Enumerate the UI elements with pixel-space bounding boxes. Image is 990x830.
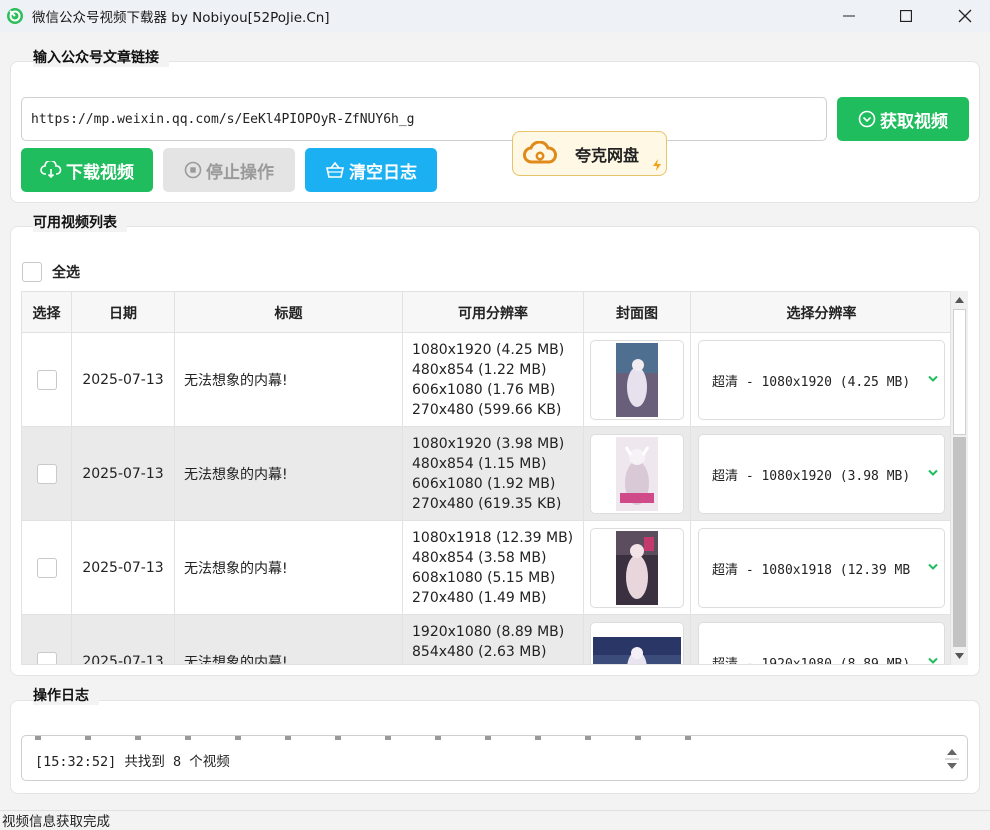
input-group-title: 输入公众号文章链接	[33, 47, 169, 67]
minimize-button[interactable]	[826, 0, 872, 32]
resolution-dropdown[interactable]: 超清 - 1080x1920 (3.98 MB)	[698, 434, 945, 514]
log-line: [15:32:52] 共找到 8 个视频	[35, 754, 230, 770]
resolution-dropdown[interactable]: 超清 - 1080x1920 (4.25 MB)	[698, 340, 945, 420]
log-textarea[interactable]: [15:32:52] 共找到 8 个视频	[21, 735, 968, 781]
minimize-icon	[843, 15, 855, 17]
row-checkbox[interactable]	[36, 370, 57, 390]
cover-thumbnail	[590, 340, 684, 420]
resolution-dropdown[interactable]: 超清 - 1920x1080 (8.89 MB)	[698, 622, 945, 664]
resolution-dropdown[interactable]: 超清 - 1080x1918 (12.39 MB)	[698, 528, 945, 608]
maximize-button[interactable]	[883, 0, 929, 32]
status-bar: 视频信息获取完成	[0, 810, 990, 830]
log-scroll-arrows-icon[interactable]	[945, 744, 959, 774]
app-logo-icon	[7, 8, 23, 24]
download-circle-icon	[858, 110, 876, 128]
maximize-icon	[900, 10, 912, 22]
cover-thumbnail	[590, 528, 684, 608]
row-checkbox[interactable]	[36, 558, 57, 578]
chevron-down-icon	[928, 375, 938, 382]
quark-drive-label: 夸克网盘	[575, 145, 640, 165]
row-checkbox[interactable]	[36, 464, 57, 484]
clear-log-button[interactable]: 清空日志	[305, 148, 437, 192]
row-resolutions: 1080x1918 (12.39 MB) 480x854 (3.58 MB) 6…	[412, 530, 574, 606]
column-select-resolution[interactable]: 选择分辨率	[691, 292, 950, 333]
row-title: 无法想象的内幕!	[175, 427, 403, 521]
fetch-video-label: 获取视频	[880, 111, 948, 132]
row-resolutions: 1080x1920 (4.25 MB) 480x854 (1.22 MB) 60…	[412, 342, 565, 418]
row-date: 2025-07-13	[72, 427, 175, 521]
row-resolutions: 1080x1920 (3.98 MB) 480x854 (1.15 MB) 60…	[412, 436, 565, 512]
scrollbar-thumb[interactable]	[953, 309, 966, 435]
table-row: 2025-07-13 无法想象的内幕! 1080x1920 (4.25 MB) …	[22, 333, 950, 427]
title-bar: 微信公众号视频下载器 by Nobiyou[52PoJie.Cn]	[0, 0, 990, 32]
table-row: 2025-07-13 无法想象的内幕! 1080x1920 (3.98 MB) …	[22, 427, 950, 521]
cover-image-icon	[616, 437, 658, 511]
lightning-icon	[653, 159, 661, 171]
download-video-button[interactable]: 下载视频	[21, 148, 153, 192]
column-cover[interactable]: 封面图	[584, 292, 691, 333]
window-title: 微信公众号视频下载器 by Nobiyou[52PoJie.Cn]	[32, 10, 330, 26]
cover-image-icon	[616, 343, 658, 417]
cover-thumbnail	[590, 622, 684, 664]
scrollbar-track[interactable]	[953, 437, 966, 647]
log-previous-line-edge	[35, 736, 695, 740]
close-icon	[958, 9, 972, 23]
stop-circle-icon	[184, 161, 202, 179]
stop-operation-button[interactable]: 停止操作	[163, 148, 295, 192]
quark-drive-badge[interactable]: 夸克网盘	[512, 131, 667, 176]
scroll-up-icon[interactable]	[951, 292, 968, 308]
table-header: 选择 日期 标题 可用分辨率 封面图 选择分辨率	[22, 292, 950, 333]
cloud-download-icon	[40, 161, 62, 179]
select-all-checkbox[interactable]	[22, 262, 42, 282]
row-resolutions: 1920x1080 (8.89 MB) 854x480 (2.63 MB)	[412, 624, 565, 660]
fetch-video-button[interactable]: 获取视频	[837, 97, 969, 141]
row-checkbox[interactable]	[36, 652, 57, 664]
video-list-title: 可用视频列表	[33, 212, 127, 232]
column-select[interactable]: 选择	[22, 292, 72, 333]
column-title[interactable]: 标题	[175, 292, 403, 333]
row-title: 无法想象的内幕!	[175, 333, 403, 427]
column-resolutions[interactable]: 可用分辨率	[403, 292, 584, 333]
log-group-title: 操作日志	[33, 685, 99, 705]
select-all[interactable]: 全选	[22, 262, 80, 282]
table-row: 2025-07-13 无法想象的内幕! 1920x1080 (8.89 MB) …	[22, 615, 950, 664]
column-date[interactable]: 日期	[72, 292, 175, 333]
clear-log-label: 清空日志	[349, 162, 417, 183]
url-input[interactable]	[21, 97, 827, 141]
row-date: 2025-07-13	[72, 521, 175, 615]
chevron-down-icon	[928, 563, 938, 570]
row-date: 2025-07-13	[72, 333, 175, 427]
row-title: 无法想象的内幕!	[175, 521, 403, 615]
table-row: 2025-07-13 无法想象的内幕! 1080x1918 (12.39 MB)…	[22, 521, 950, 615]
select-all-label: 全选	[52, 265, 80, 281]
cover-image-icon	[593, 637, 681, 664]
basket-icon	[326, 161, 344, 178]
chevron-down-icon	[928, 657, 938, 664]
row-title: 无法想象的内幕!	[175, 615, 403, 664]
stop-operation-label: 停止操作	[206, 162, 274, 183]
video-table: 选择 日期 标题 可用分辨率 封面图 选择分辨率 2025-07-13 无法想象…	[21, 291, 951, 665]
cover-thumbnail	[590, 434, 684, 514]
download-video-label: 下载视频	[66, 162, 134, 183]
row-date: 2025-07-13	[72, 615, 175, 664]
scroll-down-icon[interactable]	[951, 648, 968, 664]
cover-image-icon	[616, 531, 658, 605]
close-button[interactable]	[942, 0, 988, 32]
chevron-down-icon	[928, 469, 938, 476]
table-scrollbar[interactable]	[951, 291, 968, 665]
quark-cloud-icon	[523, 140, 557, 163]
